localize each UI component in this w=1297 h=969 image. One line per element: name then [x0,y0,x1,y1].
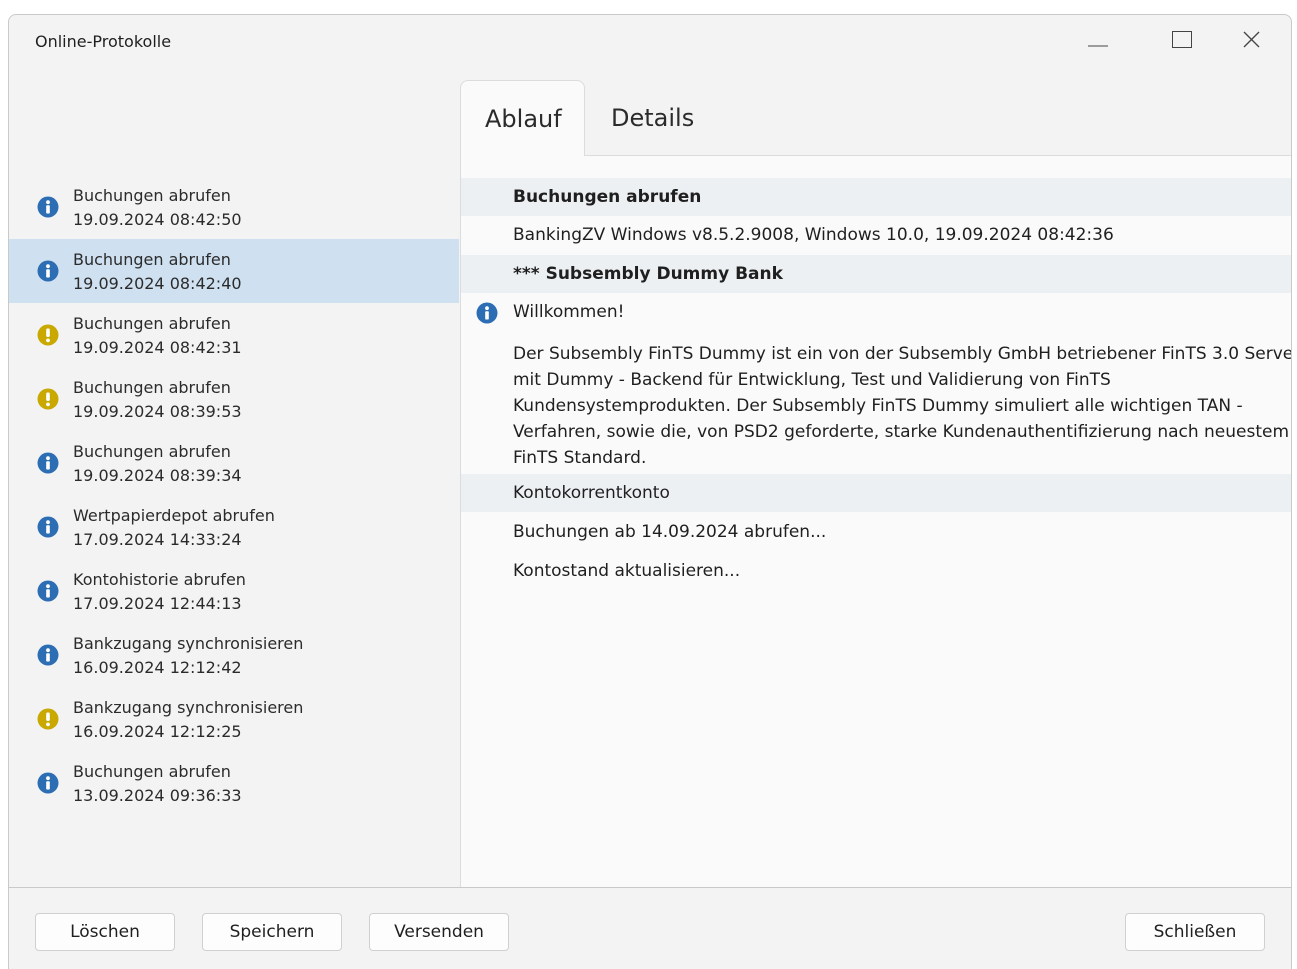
protocol-list-item[interactable]: Buchungen abrufen 19.09.2024 08:39:34 [9,431,459,495]
minimize-button[interactable] [1075,21,1121,61]
delete-button[interactable]: Löschen [35,913,175,951]
entry-title: Wertpapierdepot abrufen [73,506,275,525]
welcome-text: Willkommen! [513,302,625,322]
maximize-icon [1172,31,1192,48]
info-icon [37,516,59,538]
entry-time: 19.09.2024 08:42:40 [73,274,242,293]
info-icon [37,260,59,282]
close-icon [1243,31,1260,48]
entry-title: Bankzugang synchronisieren [73,698,304,717]
maximize-button[interactable] [1159,21,1205,61]
entry-time: 19.09.2024 08:42:31 [73,338,242,357]
step-text: Buchungen ab 14.09.2024 abrufen... [513,522,827,542]
info-icon [37,772,59,794]
button-bar: Löschen Speichern Versenden Schließen [9,887,1291,969]
protocol-list-item[interactable]: Bankzugang synchronisieren 16.09.2024 12… [9,623,459,687]
entry-time: 19.09.2024 08:39:34 [73,466,242,485]
entry-time: 17.09.2024 14:33:24 [73,530,242,549]
protocol-list-item[interactable]: Buchungen abrufen 19.09.2024 08:42:31 [9,303,459,367]
minimize-icon [1088,45,1108,47]
close-window-button[interactable] [1229,21,1275,61]
entry-title: Buchungen abrufen [73,314,231,333]
protocol-detail-pane: Buchungen abrufen BankingZV Windows v8.5… [460,155,1292,888]
version-line: BankingZV Windows v8.5.2.9008, Windows 1… [513,225,1114,245]
tab-ablauf[interactable]: Ablauf [460,80,585,156]
tab-details[interactable]: Details [597,80,707,156]
entry-time: 19.09.2024 08:42:50 [73,210,242,229]
protocol-list-item[interactable]: Kontohistorie abrufen 17.09.2024 12:44:1… [9,559,459,623]
entry-time: 16.09.2024 12:12:25 [73,722,242,741]
protocol-list: Buchungen abrufen 19.09.2024 08:42:50 Bu… [9,175,459,815]
protocol-list-item[interactable]: Buchungen abrufen 19.09.2024 08:42:50 [9,175,459,239]
save-button[interactable]: Speichern [202,913,342,951]
protocol-line: Willkommen! [461,293,1291,331]
close-button[interactable]: Schließen [1125,913,1265,951]
warning-icon [37,708,59,730]
entry-title: Buchungen abrufen [73,442,231,461]
protocol-window: Online-Protokolle Buchungen abrufen 19.0… [8,14,1292,969]
protocol-paragraph: Der Subsembly FinTS Dummy ist ein von de… [461,341,1292,471]
protocol-list-item[interactable]: Bankzugang synchronisieren 16.09.2024 12… [9,687,459,751]
section-header: Buchungen abrufen [461,178,1291,216]
protocol-list-item[interactable]: Buchungen abrufen 19.09.2024 08:42:40 [9,239,459,303]
section-header: *** Subsembly Dummy Bank [461,255,1291,293]
window-title: Online-Protokolle [35,32,172,51]
protocol-line: BankingZV Windows v8.5.2.9008, Windows 1… [461,216,1291,254]
info-icon [37,580,59,602]
protocol-list-item[interactable]: Buchungen abrufen 13.09.2024 09:36:33 [9,751,459,815]
account-name: Kontokorrentkonto [513,483,670,503]
entry-time: 16.09.2024 12:12:42 [73,658,242,677]
title-bar: Online-Protokolle [9,15,1291,71]
entry-title: Buchungen abrufen [73,186,231,205]
tab-label: Details [611,104,695,132]
entry-title: Bankzugang synchronisieren [73,634,304,653]
entry-time: 13.09.2024 09:36:33 [73,786,242,805]
tab-label: Ablauf [485,105,562,133]
protocol-list-item[interactable]: Wertpapierdepot abrufen 17.09.2024 14:33… [9,495,459,559]
protocol-list-item[interactable]: Buchungen abrufen 19.09.2024 08:39:53 [9,367,459,431]
entry-title: Buchungen abrufen [73,762,231,781]
entry-time: 17.09.2024 12:44:13 [73,594,242,613]
protocol-line: Kontostand aktualisieren... [461,552,1291,590]
protocol-line: Buchungen ab 14.09.2024 abrufen... [461,513,1291,551]
warning-icon [37,324,59,346]
description-text: Der Subsembly FinTS Dummy ist ein von de… [513,344,1292,468]
entry-title: Buchungen abrufen [73,378,231,397]
protocol-heading: Buchungen abrufen [513,187,702,207]
warning-icon [37,388,59,410]
info-icon [37,196,59,218]
entry-time: 19.09.2024 08:39:53 [73,402,242,421]
info-icon [37,644,59,666]
bank-name: *** Subsembly Dummy Bank [513,264,783,284]
section-header: Kontokorrentkonto [461,474,1291,512]
entry-title: Kontohistorie abrufen [73,570,246,589]
send-button[interactable]: Versenden [369,913,509,951]
info-icon [476,302,498,324]
step-text: Kontostand aktualisieren... [513,561,741,581]
info-icon [37,452,59,474]
entry-title: Buchungen abrufen [73,250,231,269]
